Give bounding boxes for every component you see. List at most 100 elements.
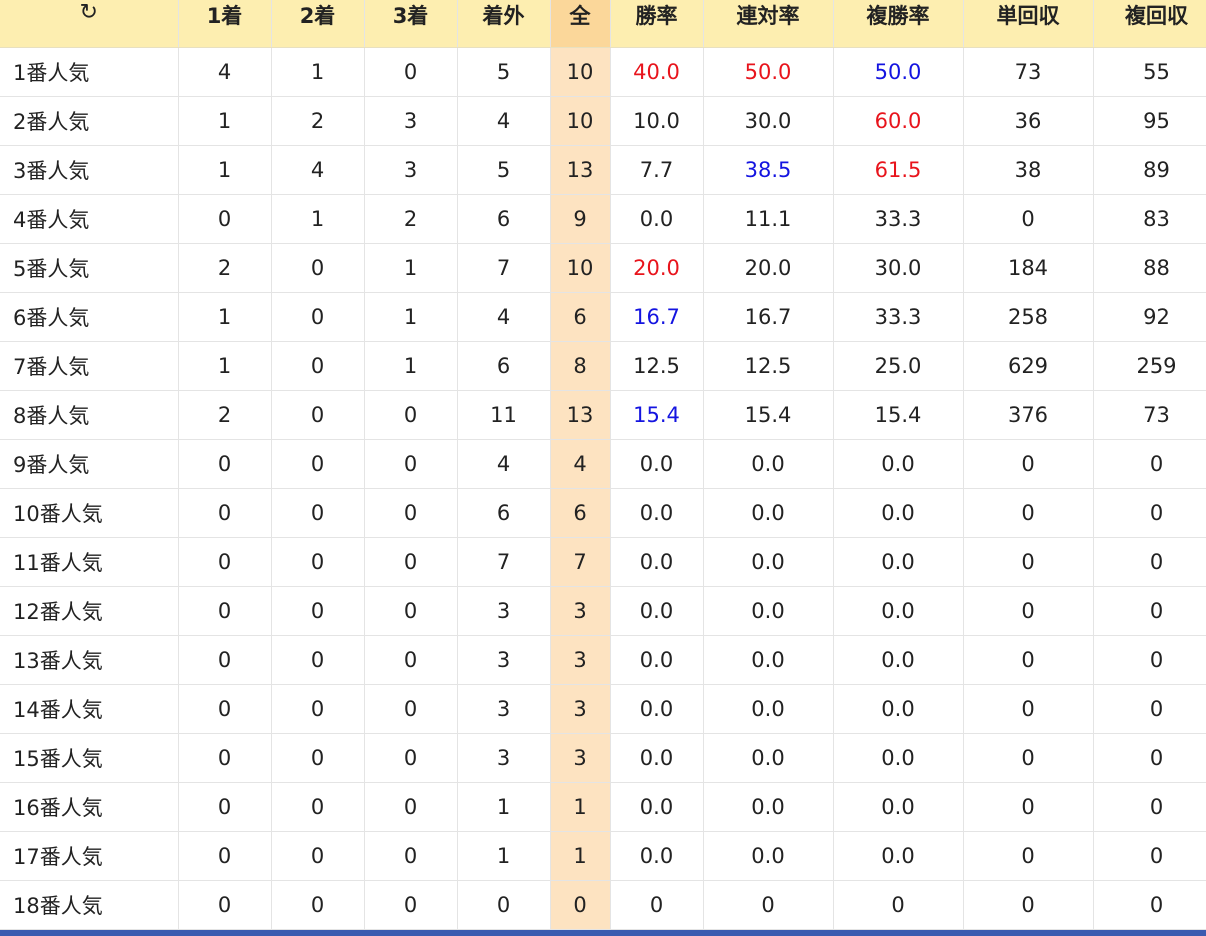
quinella-rate-cell: 0 [703,880,834,930]
table-row: 10番人気 0 0 0 6 6 0.0 0.0 0.0 0 0 [0,488,1206,538]
show-return-cell: 0 [1093,537,1206,587]
win-rate-cell: 20.0 [610,243,704,293]
second-count-cell: 0 [271,635,365,685]
table-row: 8番人気 2 0 0 11 13 15.4 15.4 15.4 376 73 [0,390,1206,440]
col-header-quinella-rate[interactable]: 連対率 [703,0,834,48]
total-count-cell: 3 [550,684,611,734]
table-row: 18番人気 0 0 0 0 0 0 0 0 0 0 [0,880,1206,930]
win-return-cell: 0 [963,733,1094,783]
win-return-cell: 0 [963,880,1094,930]
quinella-rate-cell: 50.0 [703,47,834,97]
row-label: 17番人気 [0,831,179,881]
total-count-cell: 3 [550,635,611,685]
win-rate-cell: 0.0 [610,194,704,244]
win-rate-cell: 12.5 [610,341,704,391]
table-row: 15番人気 0 0 0 3 3 0.0 0.0 0.0 0 0 [0,733,1206,783]
col-header-out[interactable]: 着外 [457,0,551,48]
total-count-cell: 6 [550,292,611,342]
col-header-3rd[interactable]: 3着 [364,0,458,48]
win-rate-cell: 0.0 [610,635,704,685]
third-count-cell: 0 [364,733,458,783]
col-header-show-rate[interactable]: 複勝率 [833,0,964,48]
second-count-cell: 0 [271,488,365,538]
third-count-cell: 0 [364,47,458,97]
table-row: 13番人気 0 0 0 3 3 0.0 0.0 0.0 0 0 [0,635,1206,685]
quinella-rate-cell: 0.0 [703,831,834,881]
third-count-cell: 1 [364,292,458,342]
first-count-cell: 4 [178,47,272,97]
win-rate-cell: 0.0 [610,831,704,881]
first-count-cell: 0 [178,684,272,734]
row-label: 11番人気 [0,537,179,587]
show-rate-cell: 0.0 [833,733,964,783]
col-header-win-return[interactable]: 単回収 [963,0,1094,48]
first-count-cell: 0 [178,488,272,538]
show-rate-cell: 0.0 [833,488,964,538]
first-count-cell: 1 [178,96,272,146]
out-count-cell: 1 [457,831,551,881]
win-rate-cell: 0 [610,880,704,930]
out-count-cell: 3 [457,635,551,685]
win-return-cell: 184 [963,243,1094,293]
show-rate-cell: 0.0 [833,831,964,881]
show-return-cell: 0 [1093,488,1206,538]
refresh-button[interactable]: ↻ [0,0,179,48]
total-count-cell: 8 [550,341,611,391]
quinella-rate-cell: 0.0 [703,782,834,832]
table-row: 6番人気 1 0 1 4 6 16.7 16.7 33.3 258 92 [0,292,1206,342]
show-rate-cell: 50.0 [833,47,964,97]
total-count-cell: 13 [550,390,611,440]
table-row: 9番人気 0 0 0 4 4 0.0 0.0 0.0 0 0 [0,439,1206,489]
table-row: 5番人気 2 0 1 7 10 20.0 20.0 30.0 184 88 [0,243,1206,293]
win-rate-cell: 0.0 [610,586,704,636]
out-count-cell: 7 [457,243,551,293]
win-return-cell: 0 [963,488,1094,538]
first-count-cell: 0 [178,880,272,930]
win-rate-cell: 0.0 [610,537,704,587]
win-rate-cell: 10.0 [610,96,704,146]
total-count-cell: 7 [550,537,611,587]
win-return-cell: 376 [963,390,1094,440]
third-count-cell: 0 [364,390,458,440]
col-header-win-rate[interactable]: 勝率 [610,0,704,48]
win-return-cell: 629 [963,341,1094,391]
show-return-cell: 0 [1093,586,1206,636]
third-count-cell: 0 [364,635,458,685]
first-count-cell: 1 [178,292,272,342]
show-return-cell: 92 [1093,292,1206,342]
show-rate-cell: 0.0 [833,635,964,685]
third-count-cell: 0 [364,439,458,489]
col-header-2nd[interactable]: 2着 [271,0,365,48]
show-rate-cell: 0.0 [833,439,964,489]
second-count-cell: 0 [271,292,365,342]
second-count-cell: 2 [271,96,365,146]
bottom-border-bar [0,930,1206,936]
quinella-rate-cell: 30.0 [703,96,834,146]
out-count-cell: 6 [457,194,551,244]
win-return-cell: 0 [963,782,1094,832]
out-count-cell: 5 [457,47,551,97]
show-return-cell: 73 [1093,390,1206,440]
col-header-total[interactable]: 全 [550,0,611,48]
win-return-cell: 258 [963,292,1094,342]
show-return-cell: 0 [1093,439,1206,489]
total-count-cell: 4 [550,439,611,489]
total-count-cell: 10 [550,47,611,97]
show-return-cell: 0 [1093,831,1206,881]
table-row: 1番人気 4 1 0 5 10 40.0 50.0 50.0 73 55 [0,47,1206,97]
col-header-show-return[interactable]: 複回収 [1093,0,1206,48]
col-header-1st[interactable]: 1着 [178,0,272,48]
refresh-icon[interactable]: ↻ [80,2,98,24]
second-count-cell: 0 [271,880,365,930]
quinella-rate-cell: 38.5 [703,145,834,195]
row-label: 12番人気 [0,586,179,636]
show-return-cell: 0 [1093,733,1206,783]
out-count-cell: 3 [457,586,551,636]
win-return-cell: 73 [963,47,1094,97]
row-label: 1番人気 [0,47,179,97]
win-return-cell: 38 [963,145,1094,195]
row-label: 14番人気 [0,684,179,734]
table-row: 17番人気 0 0 0 1 1 0.0 0.0 0.0 0 0 [0,831,1206,881]
show-rate-cell: 0.0 [833,586,964,636]
show-return-cell: 0 [1093,684,1206,734]
